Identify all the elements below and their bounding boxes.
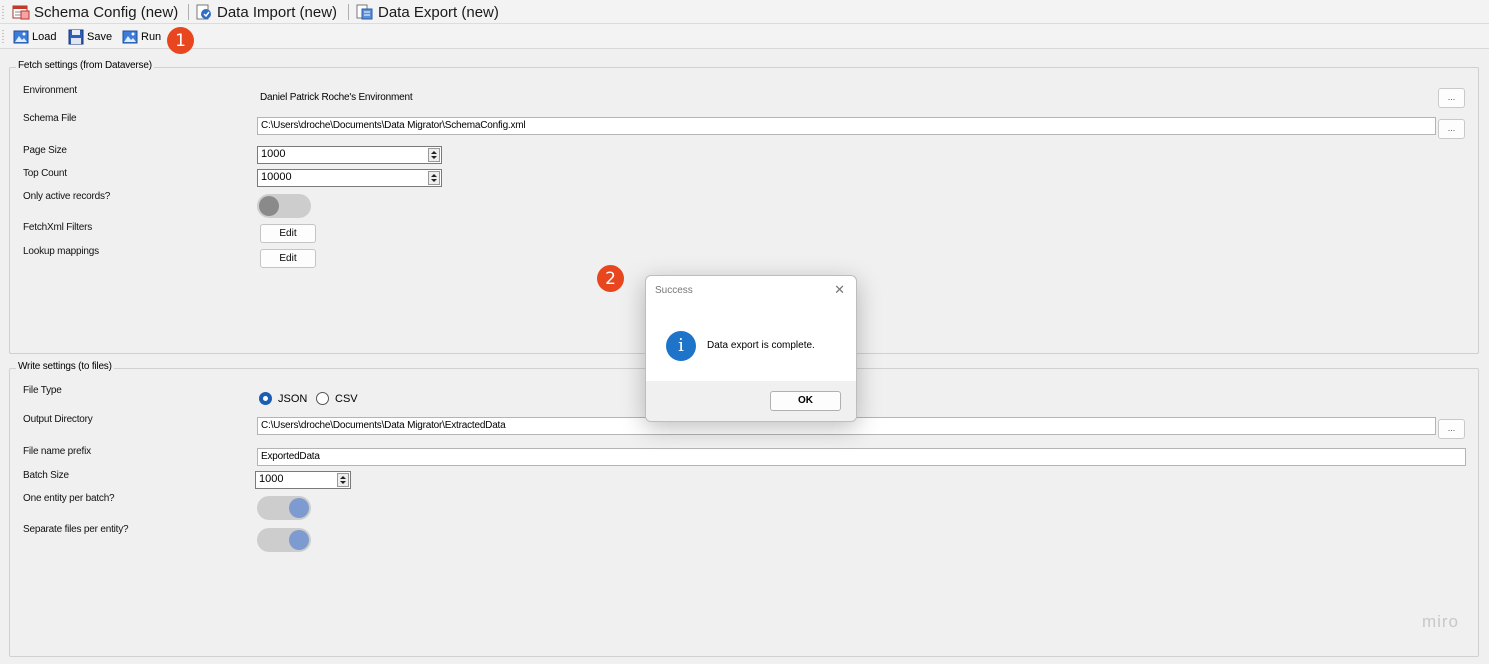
save-icon	[68, 29, 84, 45]
close-icon[interactable]: ✕	[834, 282, 845, 298]
radio-label: JSON	[278, 392, 308, 405]
annotation-badge-1: 1	[167, 27, 194, 54]
load-icon	[13, 29, 29, 45]
lookup-mappings-label: Lookup mappings	[23, 246, 99, 257]
tab-separator	[348, 4, 349, 20]
fetchxml-filters-label: FetchXml Filters	[23, 222, 93, 233]
separate-files-label: Separate files per entity?	[23, 524, 129, 535]
load-label: Load	[32, 31, 57, 43]
environment-value: Daniel Patrick Roche's Environment	[260, 92, 413, 103]
batch-size-label: Batch Size	[23, 470, 69, 481]
only-active-label: Only active records?	[23, 191, 111, 202]
schema-file-browse-button[interactable]: ...	[1438, 119, 1465, 139]
dialog-title: Success	[655, 285, 693, 296]
schema-config-icon	[12, 4, 30, 20]
page-size-value: 1000	[261, 148, 286, 160]
top-count-value: 10000	[261, 171, 292, 183]
data-import-icon	[195, 4, 213, 20]
save-label: Save	[87, 31, 113, 43]
run-icon	[122, 29, 138, 45]
fetchxml-filters-edit-button[interactable]: Edit	[260, 224, 316, 243]
file-type-csv-radio[interactable]: CSV	[316, 392, 358, 405]
info-icon: i	[666, 331, 696, 361]
schema-file-label: Schema File	[23, 113, 77, 124]
dialog-message: Data export is complete.	[707, 340, 815, 351]
file-prefix-field[interactable]: ExportedData	[257, 448, 1466, 466]
tab-label: Data Import (new)	[217, 3, 338, 21]
tab-data-export[interactable]: Data Export (new)	[356, 2, 499, 22]
toggle-knob	[289, 530, 309, 550]
ok-button[interactable]: OK	[770, 391, 841, 411]
batch-size-stepper[interactable]: 1000	[255, 471, 351, 489]
toggle-knob	[259, 196, 279, 216]
tab-data-import[interactable]: Data Import (new)	[195, 2, 337, 22]
miro-watermark: miro	[1421, 612, 1459, 631]
radio-label: CSV	[335, 392, 358, 405]
tab-schema-config[interactable]: Schema Config (new)	[12, 2, 178, 22]
top-count-label: Top Count	[23, 168, 67, 179]
separate-files-toggle[interactable]	[257, 528, 311, 552]
radio-selected-icon	[259, 392, 272, 405]
success-dialog: Success ✕ i Data export is complete. OK	[645, 275, 857, 422]
toolbar: Load Save Run	[0, 24, 1489, 49]
save-button[interactable]: Save	[68, 28, 112, 46]
tab-strip-grip	[2, 5, 4, 19]
dialog-footer: OK	[646, 381, 856, 421]
one-entity-label: One entity per batch?	[23, 493, 115, 504]
document-tab-strip: Schema Config (new) Data Import (new) Da…	[0, 0, 1489, 24]
data-export-icon	[356, 4, 374, 20]
environment-browse-button[interactable]: ...	[1438, 88, 1465, 108]
tab-label: Schema Config (new)	[34, 3, 179, 21]
tab-label: Data Export (new)	[378, 3, 499, 21]
radio-unselected-icon	[316, 392, 329, 405]
run-label: Run	[141, 31, 162, 43]
top-count-stepper[interactable]: 10000	[257, 169, 442, 187]
spin-arrows-icon[interactable]	[337, 473, 349, 487]
run-button[interactable]: Run	[122, 28, 161, 46]
one-entity-toggle[interactable]	[257, 496, 311, 520]
spin-arrows-icon[interactable]	[428, 171, 440, 185]
page-size-label: Page Size	[23, 145, 67, 156]
spin-arrows-icon[interactable]	[428, 148, 440, 162]
only-active-toggle[interactable]	[257, 194, 311, 218]
toggle-knob	[289, 498, 309, 518]
output-directory-browse-button[interactable]: ...	[1438, 419, 1465, 439]
toolbar-grip	[2, 29, 4, 43]
load-button[interactable]: Load	[13, 28, 56, 46]
schema-file-field[interactable]: C:\Users\droche\Documents\Data Migrator\…	[257, 117, 1436, 135]
lookup-mappings-edit-button[interactable]: Edit	[260, 249, 316, 268]
file-type-json-radio[interactable]: JSON	[259, 392, 307, 405]
annotation-badge-2: 2	[597, 265, 624, 292]
write-settings-title: Write settings (to files)	[16, 361, 114, 372]
environment-label: Environment	[23, 85, 77, 96]
file-prefix-label: File name prefix	[23, 446, 91, 457]
fetch-settings-title: Fetch settings (from Dataverse)	[16, 60, 154, 71]
output-directory-label: Output Directory	[23, 414, 93, 425]
file-type-label: File Type	[23, 385, 62, 396]
tab-separator	[188, 4, 189, 20]
batch-size-value: 1000	[259, 473, 284, 485]
page-size-stepper[interactable]: 1000	[257, 146, 442, 164]
